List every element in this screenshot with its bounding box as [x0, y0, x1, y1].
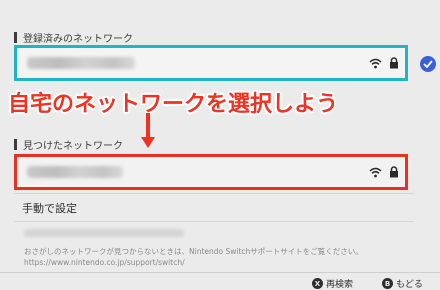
blurred-network-name [27, 166, 123, 178]
lock-icon [390, 57, 398, 69]
section-bar [14, 138, 17, 150]
registered-section-label: 登録済みのネットワーク [14, 30, 133, 45]
found-network-row[interactable] [14, 154, 408, 190]
back-button[interactable]: B もどる [382, 277, 423, 290]
divider [14, 193, 414, 194]
b-button-icon: B [382, 278, 393, 289]
found-section-text: 見つけたネットワーク [23, 140, 123, 152]
lock-icon [390, 166, 398, 178]
blurred-network-name [27, 57, 135, 69]
wifi-icon [369, 58, 382, 68]
manual-setup-item[interactable]: 手動で設定 [22, 200, 77, 216]
wifi-icon [369, 167, 382, 177]
found-section-label: 見つけたネットワーク [14, 137, 123, 152]
rescan-label: 再検索 [326, 280, 354, 290]
help-note: おさがしのネットワークが見つからないときは、Nintendo Switchサポー… [24, 246, 424, 268]
divider [14, 221, 414, 222]
x-button-icon: X [312, 278, 323, 289]
rescan-button[interactable]: X 再検索 [312, 277, 353, 290]
section-bar [14, 31, 17, 43]
registered-section-text: 登録済みのネットワーク [23, 33, 133, 45]
back-label: もどる [396, 280, 423, 290]
help-note-url: https://www.nintendo.co.jp/support/switc… [24, 258, 185, 267]
annotation-text: 自宅のネットワークを選択しよう [8, 92, 339, 117]
registered-network-row[interactable] [14, 45, 408, 81]
help-note-line1: おさがしのネットワークが見つからないときは、Nintendo Switchサポー… [24, 247, 363, 256]
footer-bar: X 再検索 B もどる [0, 272, 440, 290]
arrow-down-icon [141, 113, 155, 148]
check-icon [420, 56, 436, 72]
blurred-info-text [24, 229, 184, 237]
